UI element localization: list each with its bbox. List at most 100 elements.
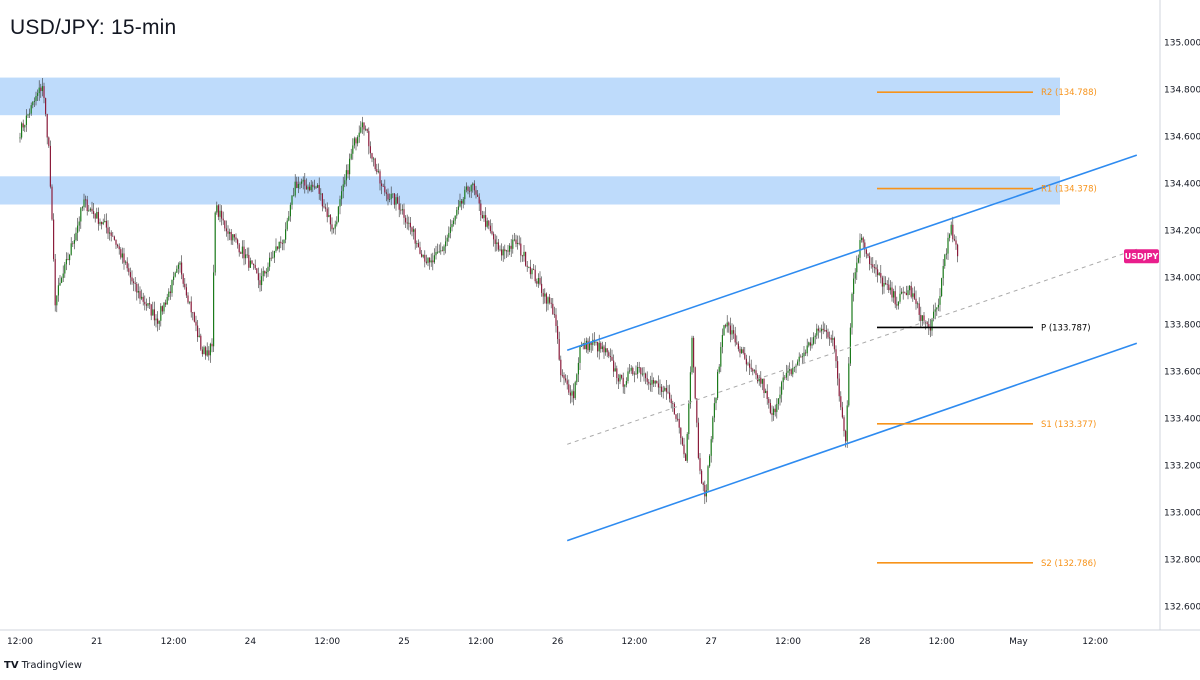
candle-body — [957, 244, 959, 257]
time-tick-label: 21 — [91, 637, 102, 647]
candle-body — [677, 418, 679, 420]
candle-body — [953, 239, 955, 241]
candle-body — [854, 272, 856, 279]
time-tick-label: 25 — [398, 637, 409, 647]
candle-body — [35, 95, 37, 101]
candle-body — [846, 405, 848, 442]
candle-body — [542, 292, 544, 297]
candle-body — [206, 350, 208, 356]
candle-body — [939, 295, 941, 305]
candle-body — [477, 194, 479, 197]
candle-body — [955, 240, 957, 245]
candle-body — [424, 254, 426, 262]
pivot-label-2: P (133.787) — [1041, 323, 1091, 333]
candle-body — [595, 341, 597, 343]
candle-body — [894, 291, 896, 305]
candle-body — [293, 195, 295, 197]
candle-body — [784, 377, 786, 379]
resistance-zone-1 — [0, 176, 1060, 205]
candle-body — [688, 403, 690, 435]
candle-body — [600, 342, 602, 350]
candle-body — [203, 347, 205, 355]
candle-body — [254, 265, 256, 269]
price-chart[interactable]: R2 (134.788) R1 (134.378) P (133.787) S1 (1… — [0, 0, 1200, 675]
candle-body — [72, 243, 74, 245]
candle-body — [224, 220, 226, 229]
candle-body — [192, 312, 194, 314]
candle-body — [601, 346, 603, 350]
candle-body — [363, 122, 365, 130]
candle-body — [857, 257, 859, 263]
candle-body — [470, 185, 472, 192]
candle-body — [32, 101, 34, 106]
candle-body — [617, 378, 619, 382]
candle-body — [347, 170, 349, 175]
candle-body — [109, 232, 111, 234]
candle-body — [491, 231, 493, 234]
candle-body — [521, 255, 523, 257]
candle-body — [454, 215, 456, 221]
candle-body — [302, 179, 304, 182]
candle-body — [918, 303, 920, 315]
candle-body — [614, 368, 616, 372]
candle-body — [251, 260, 253, 264]
candle-body — [605, 348, 607, 353]
candle-body — [480, 203, 482, 216]
candle-body — [878, 273, 880, 276]
candle-body — [475, 190, 477, 195]
candle-body — [430, 260, 432, 263]
candle-body — [177, 264, 179, 269]
candle-body — [512, 239, 514, 249]
candle-body — [739, 349, 741, 354]
candle-body — [641, 373, 643, 375]
candle-body — [899, 293, 901, 302]
candle-body — [102, 222, 104, 225]
candle-body — [665, 387, 667, 392]
candle-body — [621, 374, 623, 378]
candle-body — [91, 208, 93, 212]
candle-body — [720, 347, 722, 367]
candle-body — [158, 320, 160, 324]
time-tick-label: 12:00 — [7, 637, 33, 647]
candle-body — [742, 349, 744, 353]
candle-body — [598, 342, 600, 352]
candle-body — [689, 372, 691, 404]
candle-body — [841, 407, 843, 418]
candle-body — [182, 274, 184, 284]
candle-body — [270, 257, 272, 259]
price-tick-label: 134.400 — [1164, 179, 1200, 189]
candle-body — [509, 245, 511, 252]
candle-body — [659, 386, 661, 388]
candle-body — [709, 455, 711, 467]
candle-body — [86, 199, 88, 212]
candle-body — [873, 267, 875, 268]
candle-body — [806, 345, 808, 354]
candle-body — [789, 369, 791, 371]
time-axis[interactable]: 12:00 21 12:00 24 12:00 25 12:00 26 12:00 27 12:00… — [7, 637, 1108, 647]
candle-body — [565, 378, 567, 381]
candle-body — [664, 387, 666, 391]
candle-body — [113, 236, 115, 240]
candle-body — [889, 287, 891, 291]
candle-body — [867, 253, 869, 257]
candle-body — [19, 137, 21, 139]
candle-body — [166, 297, 168, 305]
candle-body — [840, 396, 842, 408]
candle-body — [926, 322, 928, 325]
candle-body — [94, 214, 96, 219]
candle-body — [571, 391, 573, 396]
candle-body — [632, 367, 634, 375]
candle-body — [185, 287, 187, 296]
candle-body — [333, 228, 335, 230]
candle-body — [619, 374, 621, 382]
candle-body — [457, 206, 459, 210]
candle-body — [262, 271, 264, 277]
candle-body — [379, 171, 381, 184]
candle-body — [765, 390, 767, 394]
candle-body — [811, 343, 813, 346]
candle-body — [73, 240, 75, 244]
candle-body — [483, 215, 485, 219]
candle-body — [395, 197, 397, 205]
candle-body — [235, 237, 237, 240]
price-tick-label: 133.800 — [1164, 320, 1200, 330]
